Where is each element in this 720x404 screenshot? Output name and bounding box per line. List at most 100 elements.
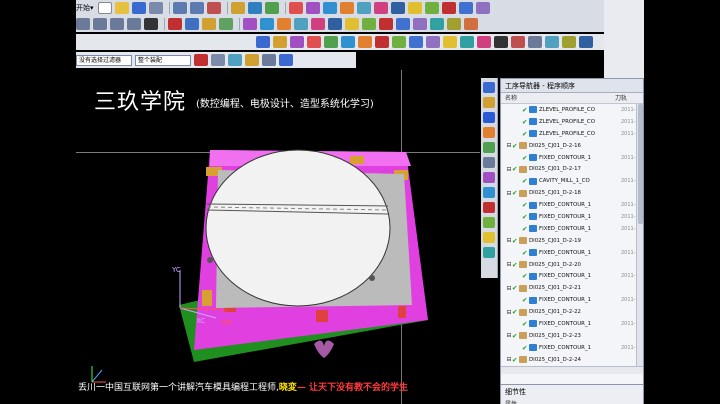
boolean-icon[interactable] [311,18,325,30]
display-icon[interactable] [475,2,490,14]
orient-icon[interactable] [264,2,279,14]
tree-row[interactable]: ✔ FIXED_CONTOUR_1 2011-1 [501,247,643,259]
tree-row[interactable]: ✔ FIXED_CONTOUR_1 2011-1 [501,199,643,211]
snap-icon[interactable] [464,18,478,30]
tree-row[interactable]: ✔ FIXED_CONTOUR_1 2011-1 [501,318,643,330]
open-folder-icon[interactable] [114,2,129,14]
info-icon[interactable] [579,36,593,48]
tree-row[interactable]: ✔ ZLEVEL_PROFILE_CO 2011-1 [501,128,643,140]
pattern-icon[interactable] [362,18,376,30]
surface-icon[interactable] [430,18,444,30]
pointer-icon[interactable] [211,54,225,66]
snap-point-icon[interactable] [228,54,242,66]
create-operation-icon[interactable] [324,36,338,48]
create-tool-icon[interactable] [273,36,287,48]
operation-icon[interactable] [356,2,371,14]
delete-icon[interactable] [206,2,221,14]
verify-path-icon[interactable] [375,36,389,48]
machine-navigator-icon[interactable] [483,127,495,138]
create-method-icon[interactable] [307,36,321,48]
tree-row[interactable]: ⊟ ✔ DI025_CJ01_D-2-17 [501,163,643,175]
analysis-icon[interactable] [413,18,427,30]
cube-icon[interactable] [247,2,262,14]
navigator-scrollbar[interactable] [636,104,643,366]
redo-icon[interactable] [189,2,204,14]
tree-row[interactable]: ⊟ ✔ DI025_CJ01_D-2-19 [501,235,643,247]
tree-row[interactable]: ⊟ ✔ DI025_CJ01_D-2-24 [501,354,643,366]
curve-icon[interactable] [447,18,461,30]
draft-icon[interactable] [345,18,359,30]
tree-row[interactable]: ⊟ ✔ DI025_CJ01_D-2-22 [501,306,643,318]
undo-icon[interactable] [172,2,187,14]
display-path-icon[interactable] [528,36,542,48]
scrollbar-thumb[interactable] [638,104,643,224]
layer-icon[interactable] [230,2,245,14]
process-studio-icon[interactable] [483,232,495,243]
object-icon[interactable] [511,36,525,48]
trim-icon[interactable] [202,18,216,30]
navigator-hscrollbar[interactable] [501,366,643,374]
transform-icon[interactable] [494,36,508,48]
constraint-navigator-icon[interactable] [483,97,495,108]
create-program-icon[interactable] [256,36,270,48]
part-navigator-icon[interactable] [483,142,495,153]
chamfer-icon[interactable] [294,18,308,30]
output-icon[interactable] [441,2,456,14]
method-icon[interactable] [322,2,337,14]
geometry-icon[interactable] [305,2,320,14]
tool-icon[interactable] [288,2,303,14]
circle-icon[interactable] [127,18,141,30]
select-body-icon[interactable] [279,54,293,66]
list-path-icon[interactable] [392,36,406,48]
arc-icon[interactable] [93,18,107,30]
tree-row[interactable]: ⊟ ✔ DI025_CJ01_D-2-18 [501,187,643,199]
roles-icon[interactable] [483,247,495,258]
point-icon[interactable] [168,18,182,30]
graphics-window[interactable]: 三玖学院 (数控编程、电极设计、造型系统化学习) XC XM YC [76,70,480,404]
shop-doc-icon[interactable] [424,2,439,14]
program-icon[interactable] [339,2,354,14]
tree-row[interactable]: ✔ FIXED_CONTOUR_1 2011-1 [501,152,643,164]
save-icon[interactable] [131,2,146,14]
tree-row[interactable]: ⊟ ✔ DI025_CJ01_D-2-16 [501,140,643,152]
create-geometry-icon[interactable] [290,36,304,48]
shell-icon[interactable] [328,18,342,30]
lock-path-icon[interactable] [562,36,576,48]
postprocess-icon[interactable] [407,2,422,14]
new-file-icon[interactable] [97,2,112,14]
clsf-icon[interactable] [443,36,457,48]
tree-row[interactable]: ✔ FIXED_CONTOUR_1 2011-1 [501,294,643,306]
column-path-header[interactable]: 刀轨 [615,93,627,103]
shop-docs-icon[interactable] [426,36,440,48]
assembly-navigator-icon[interactable] [483,82,495,93]
mirror-icon[interactable] [379,18,393,30]
system-materials-icon[interactable] [483,217,495,228]
operation-navigator-icon[interactable] [483,112,495,123]
line-icon[interactable] [76,18,90,30]
view-icon[interactable] [458,2,473,14]
generate-icon[interactable] [373,2,388,14]
tree-row[interactable]: ✔ ZLEVEL_PROFILE_CO 2011-1 [501,116,643,128]
select-icon[interactable] [194,54,208,66]
web-browser-icon[interactable] [483,187,495,198]
tree-row[interactable]: ⊟ ✔ DI025_CJ01_D-2-23 [501,330,643,342]
rectangle-icon[interactable] [110,18,124,30]
tree-row[interactable]: ✔ FIXED_CONTOUR_1 2011-1 [501,223,643,235]
select-face-icon[interactable] [245,54,259,66]
tree-row[interactable]: ✔ FIXED_CONTOUR_1 2011-1 [501,211,643,223]
verify-icon[interactable] [390,2,405,14]
post-icon[interactable] [409,36,423,48]
cut-icon[interactable] [148,2,163,14]
generate-path-icon[interactable] [341,36,355,48]
tree-row[interactable]: ✔ FIXED_CONTOUR_1 2011-1 [501,270,643,282]
column-name-header[interactable]: 名称 [505,93,615,103]
machine-icon[interactable] [477,36,491,48]
tree-row[interactable]: ⊟ ✔ DI025_CJ01_D-2-20 [501,259,643,271]
start-menu[interactable]: 开始▾ [76,3,94,13]
measure-icon[interactable] [396,18,410,30]
extrude-icon[interactable] [243,18,257,30]
text-icon[interactable] [144,18,158,30]
hd3d-icon[interactable] [483,172,495,183]
tree-row[interactable]: ✔ CAVITY_MILL_1_CO 2011-1 [501,175,643,187]
filter-combo[interactable]: 没有选择过滤器 [76,54,132,66]
